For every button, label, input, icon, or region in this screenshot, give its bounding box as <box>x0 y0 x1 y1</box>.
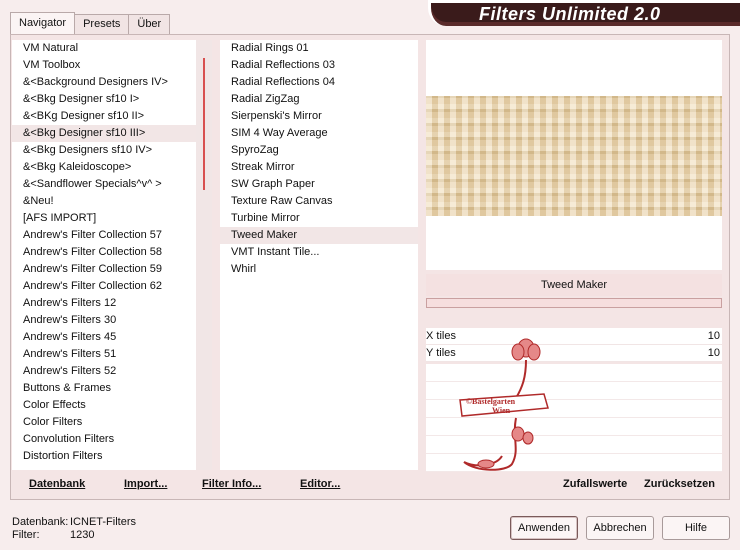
window-title: Filters Unlimited 2.0 <box>479 4 661 24</box>
list-item[interactable]: &<Bkg Kaleidoscope> <box>12 159 196 176</box>
list-item[interactable]: Andrew's Filters 52 <box>12 363 196 380</box>
list-item[interactable]: Andrew's Filters 12 <box>12 295 196 312</box>
tweed-preview-image <box>426 96 722 216</box>
list-item[interactable]: Andrew's Filters 30 <box>12 312 196 329</box>
param-value[interactable]: 10 <box>708 328 722 344</box>
list-item[interactable]: Radial Rings 01 <box>220 40 418 57</box>
status-area: Datenbank: ICNET-Filters Filter: 1230 <box>12 516 136 542</box>
preview-area <box>426 40 722 270</box>
list-item[interactable]: Andrew's Filters 51 <box>12 346 196 363</box>
param-label: Y tiles <box>426 347 456 359</box>
db-value: ICNET-Filters <box>70 516 136 528</box>
datenbank-button[interactable]: Datenbank <box>29 478 85 490</box>
category-list[interactable]: VM Natural VM Toolbox &<Background Designe… <box>12 40 196 470</box>
list-item[interactable]: VMT Instant Tile... <box>220 244 418 261</box>
watermark-logo: ©Bastelgarten Wien <box>459 338 549 471</box>
param-value[interactable]: 10 <box>708 345 722 361</box>
title-bar: Filters Unlimited 2.0 <box>428 0 740 26</box>
tab-navigator[interactable]: Navigator <box>10 12 76 34</box>
zufallswerte-button[interactable]: Zufallswerte <box>563 478 627 490</box>
tab-strip: Navigator Presets Über <box>10 12 171 34</box>
list-item[interactable]: Andrew's Filter Collection 62 <box>12 278 196 295</box>
list-item[interactable]: Radial ZigZag <box>220 91 418 108</box>
list-item[interactable]: Turbine Mirror <box>220 210 418 227</box>
list-item[interactable]: Color Filters <box>12 414 196 431</box>
progress-bar <box>426 298 722 308</box>
filter-info-button[interactable]: Filter Info... <box>202 478 261 490</box>
list-item[interactable]: &Neu! <box>12 193 196 210</box>
list-item[interactable]: &<Bkg Designers sf10 IV> <box>12 142 196 159</box>
import-button[interactable]: Import... <box>124 478 167 490</box>
category-scrollbar[interactable] <box>196 40 212 470</box>
list-item[interactable]: Andrew's Filter Collection 58 <box>12 244 196 261</box>
help-button[interactable]: Hilfe <box>662 516 730 540</box>
list-item[interactable]: Radial Reflections 03 <box>220 57 418 74</box>
list-item[interactable]: &<BKg Designer sf10 II> <box>12 108 196 125</box>
list-item[interactable]: Streak Mirror <box>220 159 418 176</box>
list-item[interactable]: Convolution Filters <box>12 431 196 448</box>
list-item[interactable]: &<Bkg Designer sf10 I> <box>12 91 196 108</box>
zuruecksetzen-button[interactable]: Zurücksetzen <box>644 478 715 490</box>
list-item[interactable]: Andrew's Filter Collection 59 <box>12 261 196 278</box>
list-item[interactable]: [AFS IMPORT] <box>12 210 196 227</box>
list-item[interactable]: &<Sandflower Specials^v^ > <box>12 176 196 193</box>
apply-button[interactable]: Anwenden <box>510 516 578 540</box>
list-item[interactable]: Buttons & Frames <box>12 380 196 397</box>
list-item[interactable]: &<Bkg Designer sf10 III> <box>12 125 196 142</box>
tab-presets[interactable]: Presets <box>74 14 130 34</box>
list-item[interactable]: VM Toolbox <box>12 57 196 74</box>
list-item[interactable]: Distortion Filters <box>12 448 196 465</box>
editor-button[interactable]: Editor... <box>300 478 340 490</box>
cancel-button[interactable]: Abbrechen <box>586 516 654 540</box>
list-item[interactable]: Andrew's Filters 45 <box>12 329 196 346</box>
list-item[interactable]: Sierpenski's Mirror <box>220 108 418 125</box>
list-item[interactable]: SIM 4 Way Average <box>220 125 418 142</box>
filter-list[interactable]: Radial Rings 01 Radial Reflections 03 Radi… <box>220 40 418 470</box>
preview-filter-name: Tweed Maker <box>426 274 722 296</box>
list-item[interactable]: Andrew's Filter Collection 57 <box>12 227 196 244</box>
list-item[interactable]: Color Effects <box>12 397 196 414</box>
filter-count-label: Filter: <box>12 529 40 541</box>
list-item[interactable]: Whirl <box>220 261 418 278</box>
list-item[interactable]: Texture Raw Canvas <box>220 193 418 210</box>
watermark-line1: ©Bastelgarten <box>466 397 516 406</box>
list-item[interactable]: Tweed Maker <box>220 227 418 244</box>
list-item[interactable]: VM Natural <box>12 40 196 57</box>
db-label: Datenbank: <box>12 516 69 528</box>
list-item[interactable]: &<Background Designers IV> <box>12 74 196 91</box>
list-item[interactable]: SW Graph Paper <box>220 176 418 193</box>
filter-count-value: 1230 <box>70 529 95 541</box>
param-label: X tiles <box>426 330 456 342</box>
list-item[interactable]: Radial Reflections 04 <box>220 74 418 91</box>
tab-ueber[interactable]: Über <box>128 14 171 34</box>
list-item[interactable]: SpyroZag <box>220 142 418 159</box>
watermark-line2: Wien <box>492 406 511 415</box>
scrollbar-thumb[interactable] <box>203 58 205 190</box>
